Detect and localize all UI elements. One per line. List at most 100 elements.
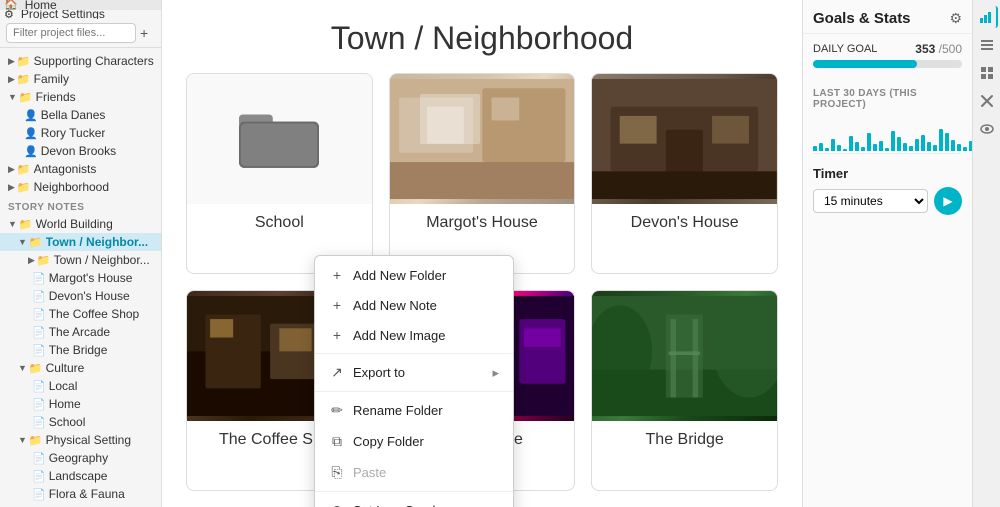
- bar-item: [963, 147, 967, 151]
- progress-bar-background: [813, 60, 962, 68]
- sidebar-home[interactable]: 🏠 Home: [0, 0, 161, 10]
- sidebar-item-town-neighborhood[interactable]: ▼ 📁 Town / Neighbor...: [0, 233, 161, 251]
- add-image-icon: +: [329, 327, 345, 343]
- toolbar-eye-icon[interactable]: [976, 118, 998, 140]
- sidebar-item-neighborhood[interactable]: ▶ 📁 Neighborhood: [0, 178, 161, 196]
- add-file-button[interactable]: +: [140, 25, 148, 41]
- chevron-icon: ▶: [8, 56, 15, 67]
- bar-item: [957, 144, 961, 151]
- menu-item-label: Add New Note: [353, 298, 437, 313]
- sidebar-label: Town / Neighbor...: [54, 253, 150, 267]
- sidebar-item-flora-fauna[interactable]: 📄 Flora & Fauna: [0, 485, 161, 503]
- progress-bar-fill: [813, 60, 917, 68]
- card-school[interactable]: School: [186, 73, 373, 274]
- sidebar-item-culture[interactable]: ▼ 📁 Culture: [0, 359, 161, 377]
- bar-item: [915, 139, 919, 151]
- sidebar-item-the-arcade[interactable]: 📄 The Arcade: [0, 323, 161, 341]
- menu-divider: [315, 353, 513, 354]
- sidebar-label: Town / Neighbor...: [46, 235, 148, 249]
- last30-section: LAST 30 DAYS (THIS PROJECT): [803, 80, 972, 158]
- page-title: Town / Neighborhood: [162, 0, 802, 73]
- bar-item: [867, 133, 871, 151]
- sidebar-item-physical-setting[interactable]: ▼ 📁 Physical Setting: [0, 431, 161, 449]
- toolbar-list-icon[interactable]: [976, 34, 998, 56]
- menu-item-add-folder[interactable]: + Add New Folder: [315, 260, 513, 290]
- bar-item: [897, 137, 901, 151]
- chevron-icon: ▶: [8, 164, 15, 175]
- sidebar-item-rory-tucker[interactable]: 👤 Rory Tucker: [0, 124, 161, 142]
- bar-item: [813, 146, 817, 151]
- file-icon: 📄: [32, 308, 46, 321]
- sidebar-item-supporting-characters[interactable]: ▶ 📁 Supporting Characters: [0, 52, 161, 70]
- right-toolbar: [972, 0, 1000, 507]
- menu-item-export-to[interactable]: ↗ Export to ▸: [315, 357, 513, 388]
- menu-item-copy-folder[interactable]: ⧉ Copy Folder: [315, 426, 513, 457]
- play-icon: ▶: [943, 194, 952, 208]
- card-devons-house[interactable]: Devon's House: [591, 73, 778, 274]
- menu-item-add-note[interactable]: + Add New Note: [315, 290, 513, 320]
- right-panel: Goals & Stats ⚙ DAILY GOAL 353 /500 LAST…: [802, 0, 972, 507]
- chevron-icon: ▼: [18, 435, 27, 445]
- sidebar-item-home[interactable]: 📄 Home: [0, 395, 161, 413]
- sidebar-item-landscape[interactable]: 📄 Landscape: [0, 467, 161, 485]
- bar-item: [951, 140, 955, 151]
- file-icon: 📄: [32, 272, 46, 285]
- timer-play-button[interactable]: ▶: [934, 187, 962, 215]
- sidebar-label: School: [49, 415, 86, 429]
- sidebar-item-the-bridge[interactable]: 📄 The Bridge: [0, 341, 161, 359]
- goals-stats-header: Goals & Stats ⚙: [803, 0, 972, 34]
- sidebar-project-settings[interactable]: ⚙ Project Settings: [0, 10, 161, 20]
- card-image-the-bridge: [592, 291, 777, 421]
- toolbar-graph-icon[interactable]: [976, 6, 998, 28]
- sidebar-item-local[interactable]: 📄 Local: [0, 377, 161, 395]
- character-icon: 👤: [24, 109, 38, 122]
- sidebar-filter-row: +: [0, 19, 161, 48]
- sidebar-item-school[interactable]: ▶ 📁 Town / Neighbor...: [0, 251, 161, 269]
- sidebar-item-margots-house[interactable]: 📄 Margot's House: [0, 269, 161, 287]
- timer-select[interactable]: 15 minutes 30 minutes 45 minutes 1 hour: [813, 189, 928, 213]
- sidebar-label: Culture: [46, 361, 85, 375]
- sidebar-label: Flora & Fauna: [49, 487, 125, 501]
- timer-label: Timer: [813, 166, 962, 181]
- menu-item-label: Add New Image: [353, 328, 446, 343]
- menu-item-rename-folder[interactable]: ✏ Rename Folder: [315, 395, 513, 426]
- bar-item: [861, 147, 865, 151]
- bar-item: [927, 142, 931, 151]
- bar-item: [921, 135, 925, 151]
- card-margots-house[interactable]: Margot's House: [389, 73, 576, 274]
- daily-goal-row: DAILY GOAL 353 /500: [813, 42, 962, 56]
- menu-item-add-image[interactable]: + Add New Image: [315, 320, 513, 350]
- menu-item-label: Set Icon Overlay: [353, 503, 449, 507]
- card-label-margots-house: Margot's House: [416, 204, 548, 242]
- card-the-bridge[interactable]: The Bridge: [591, 290, 778, 491]
- toolbar-table-icon[interactable]: [976, 62, 998, 84]
- daily-goal-total: /500: [939, 42, 962, 56]
- chevron-icon: ▼: [8, 92, 17, 102]
- export-icon: ↗: [329, 364, 345, 381]
- toolbar-no-icon[interactable]: [976, 90, 998, 112]
- bar-item: [843, 149, 847, 151]
- chevron-icon: ▶: [8, 182, 15, 193]
- gear-icon[interactable]: ⚙: [949, 10, 962, 27]
- search-input[interactable]: [6, 23, 136, 43]
- file-icon: 📄: [32, 290, 46, 303]
- bar-item: [855, 142, 859, 151]
- menu-item-label: Add New Folder: [353, 268, 446, 283]
- sidebar-label: Physical Setting: [46, 433, 131, 447]
- sidebar-item-school-culture[interactable]: 📄 School: [0, 413, 161, 431]
- menu-item-label: Rename Folder: [353, 403, 443, 418]
- sidebar-item-family[interactable]: ▶ 📁 Family: [0, 70, 161, 88]
- sidebar-item-devon-brooks[interactable]: 👤 Devon Brooks: [0, 142, 161, 160]
- chevron-icon: ▼: [18, 237, 27, 247]
- daily-goal-section: DAILY GOAL 353 /500: [803, 34, 972, 80]
- sidebar-item-bella-danes[interactable]: 👤 Bella Danes: [0, 106, 161, 124]
- sidebar-item-geography[interactable]: 📄 Geography: [0, 449, 161, 467]
- card-label-devons-house: Devon's House: [621, 204, 749, 242]
- sidebar-item-devons-house[interactable]: 📄 Devon's House: [0, 287, 161, 305]
- sidebar-item-coffee-shop[interactable]: 📄 The Coffee Shop: [0, 305, 161, 323]
- sidebar-item-world-building[interactable]: ▼ 📁 World Building: [0, 215, 161, 233]
- sidebar-item-friends[interactable]: ▼ 📁 Friends: [0, 88, 161, 106]
- sidebar-item-antagonists[interactable]: ▶ 📁 Antagonists: [0, 160, 161, 178]
- bar-item: [825, 148, 829, 151]
- menu-item-set-icon-overlay[interactable]: ⊕ Set Icon Overlay ▸: [315, 495, 513, 507]
